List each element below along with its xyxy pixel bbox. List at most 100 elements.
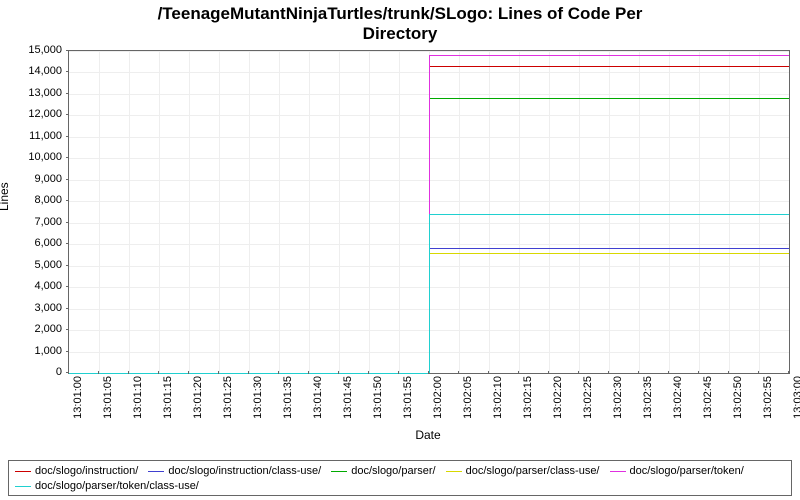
x-tick-label: 13:01:15 <box>162 376 174 419</box>
legend-swatch <box>331 471 347 472</box>
y-axis-label: Lines <box>0 182 11 211</box>
x-tick-label: 13:02:35 <box>642 376 654 419</box>
legend-item: doc/slogo/parser/token/class-use/ <box>15 479 199 494</box>
series-segment <box>429 248 789 249</box>
grid-line-v <box>639 51 640 373</box>
y-tick-label: 8,000 <box>34 194 62 206</box>
grid-line-v <box>369 51 370 373</box>
grid-line-v <box>699 51 700 373</box>
y-tick-label: 4,000 <box>34 280 62 292</box>
x-tick-mark <box>488 371 489 374</box>
legend-label: doc/slogo/parser/token/class-use/ <box>35 480 199 492</box>
x-tick-mark <box>668 371 669 374</box>
grid-line-v <box>729 51 730 373</box>
y-tick-label: 10,000 <box>28 151 62 163</box>
series-segment <box>429 55 789 56</box>
x-axis: Date 13:01:0013:01:0513:01:1013:01:1513:… <box>68 372 788 442</box>
x-tick-mark <box>458 371 459 374</box>
x-tick-label: 13:01:35 <box>282 376 294 419</box>
legend-item: doc/slogo/instruction/ <box>15 464 138 479</box>
grid-line-v <box>339 51 340 373</box>
chart-title-line-1: /TeenageMutantNinjaTurtles/trunk/SLogo: … <box>158 4 643 23</box>
x-tick-label: 13:02:40 <box>672 376 684 419</box>
y-tick-label: 5,000 <box>34 259 62 271</box>
x-tick-label: 13:01:30 <box>252 376 264 419</box>
legend-item: doc/slogo/parser/class-use/ <box>446 464 600 479</box>
legend-item: doc/slogo/instruction/class-use/ <box>148 464 321 479</box>
y-tick-label: 9,000 <box>34 173 62 185</box>
x-tick-mark <box>278 371 279 374</box>
x-tick-mark <box>338 371 339 374</box>
y-tick-label: 0 <box>56 366 62 378</box>
grid-line-v <box>669 51 670 373</box>
x-tick-label: 13:02:05 <box>462 376 474 419</box>
x-tick-mark <box>578 371 579 374</box>
x-tick-mark <box>728 371 729 374</box>
y-tick-label: 14,000 <box>28 65 62 77</box>
y-tick-label: 6,000 <box>34 237 62 249</box>
plot-area <box>68 50 790 374</box>
series-segment <box>429 66 789 67</box>
y-tick-label: 7,000 <box>34 216 62 228</box>
grid-line-v <box>489 51 490 373</box>
y-tick-label: 13,000 <box>28 87 62 99</box>
grid-line-v <box>219 51 220 373</box>
grid-line-v <box>579 51 580 373</box>
grid-line-v <box>609 51 610 373</box>
x-tick-mark <box>548 371 549 374</box>
x-tick-mark <box>758 371 759 374</box>
grid-line-v <box>759 51 760 373</box>
x-tick-mark <box>518 371 519 374</box>
x-tick-mark <box>428 371 429 374</box>
x-tick-mark <box>128 371 129 374</box>
grid-line-v <box>159 51 160 373</box>
x-axis-label: Date <box>415 428 440 442</box>
y-tick-label: 11,000 <box>29 130 62 142</box>
grid-line-v <box>549 51 550 373</box>
x-tick-label: 13:02:25 <box>582 376 594 419</box>
y-tick-label: 2,000 <box>34 323 62 335</box>
legend-label: doc/slogo/instruction/ <box>35 465 138 477</box>
legend-label: doc/slogo/instruction/class-use/ <box>168 465 321 477</box>
legend: doc/slogo/instruction/doc/slogo/instruct… <box>8 460 792 496</box>
grid-line-v <box>459 51 460 373</box>
x-tick-mark <box>98 371 99 374</box>
legend-item: doc/slogo/parser/token/ <box>610 464 744 479</box>
x-tick-label: 13:01:55 <box>402 376 414 419</box>
x-tick-label: 13:02:15 <box>522 376 534 419</box>
y-tick-label: 1,000 <box>34 345 62 357</box>
legend-label: doc/slogo/parser/class-use/ <box>466 465 600 477</box>
legend-swatch <box>148 471 164 472</box>
x-tick-mark <box>308 371 309 374</box>
x-tick-label: 13:01:05 <box>102 376 114 419</box>
legend-swatch <box>446 471 462 472</box>
series-segment <box>429 214 430 373</box>
x-tick-label: 13:02:00 <box>432 376 444 419</box>
x-tick-mark <box>218 371 219 374</box>
grid-line-v <box>249 51 250 373</box>
x-tick-label: 13:01:50 <box>372 376 384 419</box>
x-tick-mark <box>158 371 159 374</box>
legend-item: doc/slogo/parser/ <box>331 464 435 479</box>
x-tick-mark <box>248 371 249 374</box>
y-tick-label: 15,000 <box>28 44 62 56</box>
chart-title-line-2: Directory <box>40 24 760 44</box>
x-tick-mark <box>68 371 69 374</box>
grid-line-v <box>189 51 190 373</box>
chart-title: /TeenageMutantNinjaTurtles/trunk/SLogo: … <box>0 0 800 45</box>
y-tick-label: 3,000 <box>34 302 62 314</box>
x-tick-label: 13:02:55 <box>762 376 774 419</box>
x-tick-mark <box>788 371 789 374</box>
x-tick-label: 13:03:00 <box>792 376 800 419</box>
grid-line-v <box>519 51 520 373</box>
x-tick-label: 13:02:45 <box>702 376 714 419</box>
legend-swatch <box>15 486 31 487</box>
grid-line-v <box>399 51 400 373</box>
x-tick-mark <box>608 371 609 374</box>
y-tick-label: 12,000 <box>28 108 62 120</box>
legend-swatch <box>15 471 31 472</box>
x-tick-label: 13:02:20 <box>552 376 564 419</box>
x-tick-label: 13:02:10 <box>492 376 504 419</box>
x-tick-mark <box>698 371 699 374</box>
legend-swatch <box>610 471 626 472</box>
